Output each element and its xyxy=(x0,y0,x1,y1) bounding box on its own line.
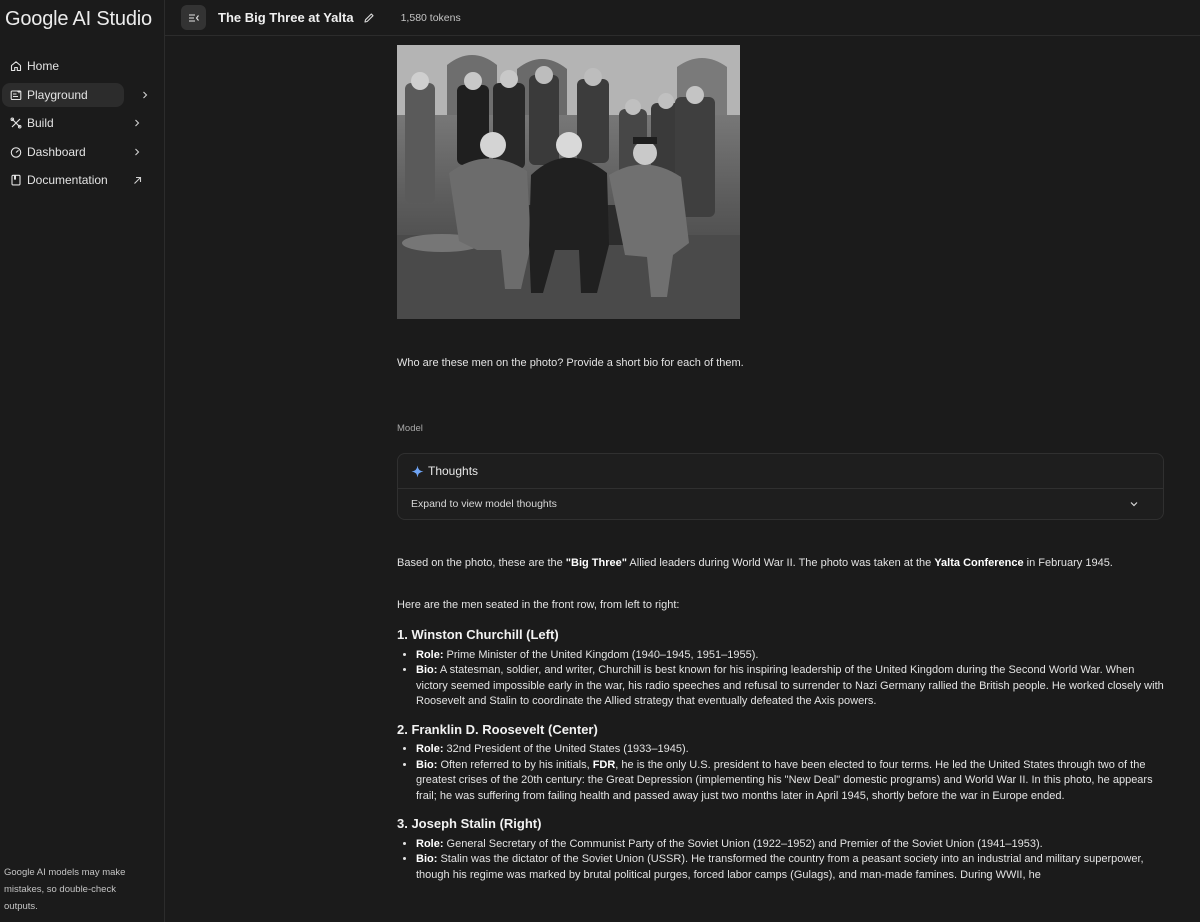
role-text: 32nd President of the United States (193… xyxy=(443,743,689,755)
bio-label: Bio: xyxy=(416,664,438,676)
bio-label: Bio: xyxy=(416,853,438,865)
main-panel: The Big Three at Yalta 1,580 tokens Who … xyxy=(165,0,1200,922)
person-heading: 1. Winston Churchill (Left) xyxy=(397,627,559,642)
person-details: Role: General Secretary of the Communist… xyxy=(397,837,1164,884)
sidebar-item-label: Documentation xyxy=(27,173,108,187)
dashboard-icon xyxy=(10,146,22,158)
external-link-icon[interactable] xyxy=(130,173,144,187)
response-rows-line: Here are the men seated in the front row… xyxy=(397,598,680,611)
chevron-down-icon[interactable] xyxy=(1129,499,1143,509)
top-bar: The Big Three at Yalta 1,580 tokens xyxy=(165,0,1200,36)
page-title: The Big Three at Yalta xyxy=(218,10,354,25)
person-heading: 2. Franklin D. Roosevelt (Center) xyxy=(397,721,598,737)
user-prompt: Who are these men on the photo? Provide … xyxy=(397,357,744,369)
thoughts-header: Thoughts xyxy=(398,454,1163,489)
thoughts-title: Thoughts xyxy=(428,464,479,478)
model-label: Model xyxy=(397,423,423,434)
sidebar-item-label: Build xyxy=(27,116,54,130)
sidebar-item-documentation[interactable]: Documentation xyxy=(2,168,152,192)
toggle-sidebar-button[interactable] xyxy=(181,5,206,30)
sidebar-item-dashboard[interactable]: Dashboard xyxy=(2,140,152,164)
expand-thoughts-toggle[interactable]: Expand to view model thoughts xyxy=(398,489,1163,519)
home-icon xyxy=(10,60,22,72)
role-text: Prime Minister of the United Kingdom (19… xyxy=(443,648,759,661)
intro-bold: Yalta Conference xyxy=(934,557,1024,569)
uploaded-photo[interactable] xyxy=(397,45,740,319)
token-count: 1,580 tokens xyxy=(400,11,461,24)
intro-text: Allied leaders during World War II. The … xyxy=(626,557,935,569)
bio-label: Bio: xyxy=(416,758,438,771)
thoughts-panel: Thoughts Expand to view model thoughts xyxy=(397,453,1164,520)
bio-item: Bio: A statesman, soldier, and writer, C… xyxy=(416,663,1164,710)
response-intro: Based on the photo, these are the "Big T… xyxy=(397,556,1164,572)
sparkle-icon xyxy=(411,465,424,478)
intro-text: in February 1945. xyxy=(1023,557,1113,569)
edit-title-icon[interactable] xyxy=(363,12,375,24)
app-root: Google AI Studio Home Playground Build D… xyxy=(0,0,1200,922)
person-heading: 3. Joseph Stalin (Right) xyxy=(397,816,542,831)
sidebar-item-home[interactable]: Home xyxy=(2,54,152,78)
role-text: General Secretary of the Communist Party… xyxy=(443,837,1043,850)
bio-item: Bio: Stalin was the dictator of the Sovi… xyxy=(416,852,1164,883)
playground-icon xyxy=(10,89,22,101)
bio-text: A statesman, soldier, and writer, Church… xyxy=(416,664,1164,707)
chevron-right-icon[interactable] xyxy=(138,88,152,102)
role-item: Role: 32nd President of the United State… xyxy=(416,742,1164,758)
role-label: Role: xyxy=(416,837,444,850)
sidebar-item-label: Playground xyxy=(27,87,88,102)
role-label: Role: xyxy=(416,743,444,755)
collapse-menu-icon xyxy=(188,13,199,22)
expand-thoughts-label: Expand to view model thoughts xyxy=(411,498,557,510)
sidebar-item-label: Dashboard xyxy=(27,144,86,159)
sidebar: Google AI Studio Home Playground Build D… xyxy=(0,0,165,922)
sidebar-item-playground[interactable]: Playground xyxy=(2,82,148,107)
intro-text: Based on the photo, these are the xyxy=(397,557,566,569)
sidebar-item-build[interactable]: Build xyxy=(2,111,152,135)
model-response: Based on the photo, these are the "Big T… xyxy=(397,556,1164,895)
bio-bold: FDR xyxy=(592,758,616,771)
bio-item: Bio: Often referred to by his initials, … xyxy=(416,758,1164,805)
role-label: Role: xyxy=(416,648,444,661)
person-details: Role: Prime Minister of the United Kingd… xyxy=(397,648,1164,710)
bio-text: Often referred to by his initials, xyxy=(437,758,593,771)
disclaimer-text: Google AI models may make mistakes, so d… xyxy=(4,867,126,912)
documentation-icon xyxy=(10,174,22,186)
chevron-right-icon[interactable] xyxy=(130,145,144,159)
sidebar-item-label: Home xyxy=(27,59,60,73)
bio-text: Stalin was the dictator of the Soviet Un… xyxy=(416,853,1144,881)
app-logo[interactable]: Google AI Studio xyxy=(0,0,164,40)
role-item: Role: Prime Minister of the United Kingd… xyxy=(416,648,1164,664)
sidebar-nav: Home Playground Build Dashboard Document… xyxy=(0,54,164,192)
role-item: Role: General Secretary of the Communist… xyxy=(416,837,1164,853)
build-icon xyxy=(10,117,22,129)
person-details: Role: 32nd President of the United State… xyxy=(397,742,1164,804)
intro-bold: "Big Three" xyxy=(565,557,627,569)
chevron-right-icon[interactable] xyxy=(130,116,144,130)
